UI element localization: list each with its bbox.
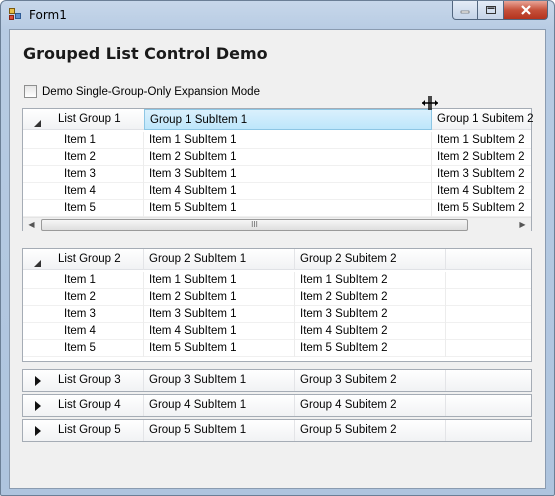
item-cell: Item 2 [59, 289, 144, 306]
scroll-right-arrow-icon[interactable]: ▶ [514, 218, 531, 232]
column-header-subitem-2[interactable]: Group 1 Subitem 2 [432, 109, 533, 130]
subitem-2-cell: Item 2 SubItem 2 [437, 151, 525, 163]
close-button[interactable] [504, 1, 548, 20]
item-cell: Item 4 [59, 183, 144, 200]
form-client-area: Grouped List Control Demo Demo Single-Gr… [9, 29, 546, 489]
page-title: Grouped List Control Demo [23, 44, 268, 63]
item-cell: Item 3 [59, 166, 144, 183]
item-cell: Item 5 [59, 200, 144, 217]
subitem-2-cell: Item 3 SubItem 2 [437, 168, 525, 180]
list-group-2: List Group 2 Group 2 SubItem 1 Group 2 S… [22, 248, 532, 362]
column-header-subitem-2[interactable]: Group 4 Subitem 2 [295, 395, 446, 416]
subitem-1-cell: Item 4 SubItem 1 [144, 183, 432, 200]
minimize-icon [460, 10, 470, 14]
app-icon[interactable] [9, 8, 23, 22]
group-name: List Group 2 [45, 249, 144, 270]
subitem-2-cell: Item 5 SubItem 2 [295, 340, 446, 357]
item-cell: Item 2 [59, 149, 144, 166]
subitem-1-cell: Item 2 SubItem 1 [144, 149, 432, 166]
group-name: List Group 5 [45, 420, 144, 441]
list-group-4: List Group 4 Group 4 SubItem 1 Group 4 S… [22, 394, 532, 417]
table-row[interactable]: Item 5 Item 5 SubItem 1 Item 5 SubItem 2 [23, 340, 531, 357]
collapse-arrow-icon[interactable] [34, 120, 41, 127]
app-window: Form1 Grouped List Control Demo Demo Sin… [0, 0, 555, 496]
collapse-arrow-icon[interactable] [34, 260, 41, 267]
subitem-1-cell: Item 5 SubItem 1 [144, 200, 432, 217]
subitem-1-cell: Item 5 SubItem 1 [144, 340, 295, 357]
table-row[interactable]: Item 5 Item 5 SubItem 1 Item 5 SubItem 2 [23, 200, 531, 217]
subitem-2-cell: Item 5 SubItem 2 [437, 202, 525, 214]
close-icon [520, 5, 531, 15]
table-row[interactable]: Item 1 Item 1 SubItem 1 Item 1 SubItem 2 [23, 132, 531, 149]
subitem-1-cell: Item 3 SubItem 1 [144, 166, 432, 183]
scrollbar-thumb[interactable]: III [41, 219, 468, 231]
subitem-1-cell: Item 2 SubItem 1 [144, 289, 295, 306]
item-cell: Item 1 [59, 272, 144, 289]
item-cell: Item 4 [59, 323, 144, 340]
column-header-subitem-2[interactable]: Group 5 Subitem 2 [295, 420, 446, 441]
list-group-3: List Group 3 Group 3 SubItem 1 Group 3 S… [22, 369, 532, 392]
subitem-1-cell: Item 1 SubItem 1 [144, 272, 295, 289]
subitem-1-cell: Item 4 SubItem 1 [144, 323, 295, 340]
single-group-mode-checkbox[interactable] [24, 85, 37, 98]
column-header-subitem-1[interactable]: Group 5 SubItem 1 [144, 420, 295, 441]
group-header[interactable]: List Group 1 Group 1 SubItem 1 Group 1 S… [23, 109, 533, 130]
table-row[interactable]: Item 3 Item 3 SubItem 1 Item 3 SubItem 2 [23, 166, 531, 183]
subitem-2-cell: Item 3 SubItem 2 [295, 306, 446, 323]
item-cell: Item 3 [59, 306, 144, 323]
subitem-2-cell: Item 2 SubItem 2 [295, 289, 446, 306]
list-group-5: List Group 5 Group 5 SubItem 1 Group 5 S… [22, 419, 532, 442]
table-row[interactable]: Item 4 Item 4 SubItem 1 Item 4 SubItem 2 [23, 183, 531, 200]
horizontal-scrollbar[interactable]: ◀ III ▶ [23, 217, 531, 231]
column-header-subitem-1[interactable]: Group 1 SubItem 1 [144, 109, 432, 130]
item-cell: Item 5 [59, 340, 144, 357]
group-name: List Group 1 [58, 113, 121, 125]
list-group-1: List Group 1 Group 1 SubItem 1 Group 1 S… [22, 108, 533, 231]
group-header[interactable]: List Group 5 Group 5 SubItem 1 Group 5 S… [23, 420, 531, 441]
single-group-mode-label[interactable]: Demo Single-Group-Only Expansion Mode [42, 86, 260, 98]
group-header[interactable]: List Group 2 Group 2 SubItem 1 Group 2 S… [23, 249, 531, 270]
window-title: Form1 [29, 8, 67, 22]
maximize-icon [485, 6, 496, 14]
table-row[interactable]: Item 2 Item 2 SubItem 1 Item 2 SubItem 2 [23, 289, 531, 306]
column-header-subitem-2[interactable]: Group 2 Subitem 2 [295, 249, 446, 270]
column-header-subitem-2[interactable]: Group 3 Subitem 2 [295, 370, 446, 391]
column-header-subitem-1[interactable]: Group 2 SubItem 1 [144, 249, 295, 270]
subitem-2-cell: Item 4 SubItem 2 [437, 185, 525, 197]
group-name: List Group 3 [45, 370, 144, 391]
table-row[interactable]: Item 3 Item 3 SubItem 1 Item 3 SubItem 2 [23, 306, 531, 323]
expand-arrow-icon[interactable] [35, 401, 41, 411]
expand-arrow-icon[interactable] [35, 376, 41, 386]
maximize-button[interactable] [478, 1, 504, 20]
table-row[interactable]: Item 2 Item 2 SubItem 1 Item 2 SubItem 2 [23, 149, 531, 166]
scroll-left-arrow-icon[interactable]: ◀ [23, 218, 40, 232]
item-cell: Item 1 [59, 132, 144, 149]
group-header[interactable]: List Group 3 Group 3 SubItem 1 Group 3 S… [23, 370, 531, 391]
subitem-2-cell: Item 4 SubItem 2 [295, 323, 446, 340]
group-name: List Group 4 [45, 395, 144, 416]
column-header-subitem-1[interactable]: Group 3 SubItem 1 [144, 370, 295, 391]
subitem-2-cell: Item 1 SubItem 2 [437, 134, 525, 146]
subitem-1-cell: Item 1 SubItem 1 [144, 132, 432, 149]
group-header[interactable]: List Group 4 Group 4 SubItem 1 Group 4 S… [23, 395, 531, 416]
table-row[interactable]: Item 4 Item 4 SubItem 1 Item 4 SubItem 2 [23, 323, 531, 340]
subitem-2-cell: Item 1 SubItem 2 [295, 272, 446, 289]
subitem-1-cell: Item 3 SubItem 1 [144, 306, 295, 323]
expand-arrow-icon[interactable] [35, 426, 41, 436]
single-group-mode-option[interactable]: Demo Single-Group-Only Expansion Mode [24, 85, 260, 98]
minimize-button[interactable] [452, 1, 478, 20]
table-row[interactable]: Item 1 Item 1 SubItem 1 Item 1 SubItem 2 [23, 272, 531, 289]
column-resize-cursor-icon [422, 96, 438, 110]
column-header-subitem-1[interactable]: Group 4 SubItem 1 [144, 395, 295, 416]
title-bar[interactable]: Form1 [1, 1, 554, 29]
